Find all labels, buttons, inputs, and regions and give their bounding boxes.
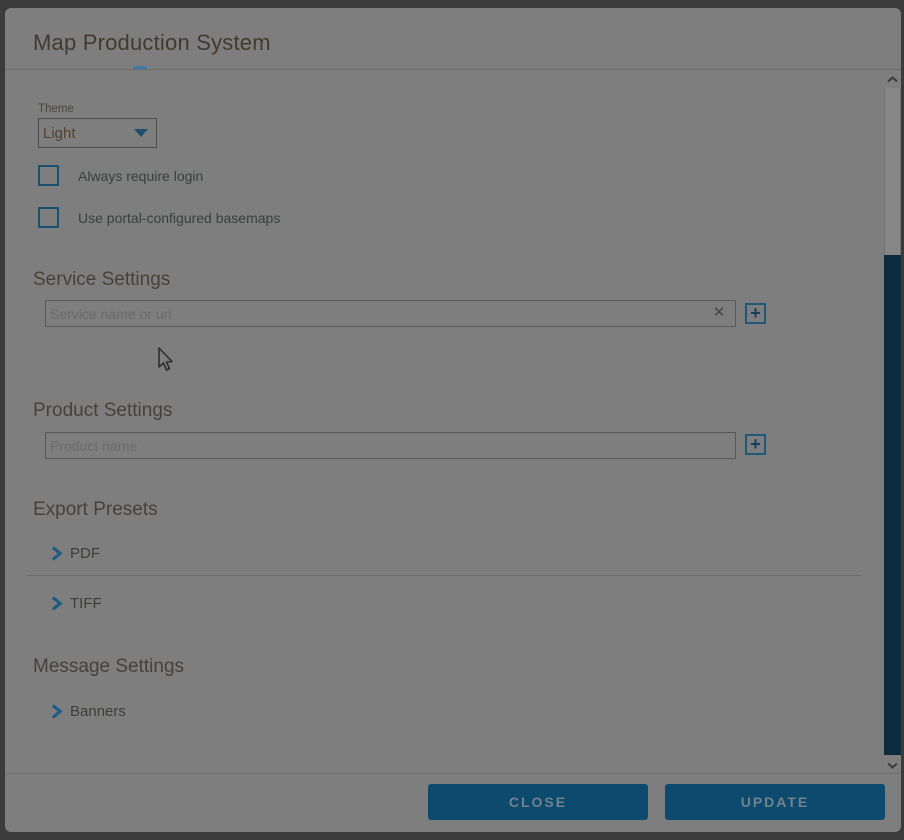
use-portal-basemaps-checkbox-row[interactable]: Use portal-configured basemaps xyxy=(38,207,280,228)
export-preset-label: PDF xyxy=(70,545,100,562)
clipped-scrolled-content xyxy=(133,66,147,69)
dialog-title: Map Production System xyxy=(33,30,271,56)
service-input-wrap: ✕ xyxy=(45,300,736,327)
update-button[interactable]: UPDATE xyxy=(665,784,885,820)
export-preset-tiff-row[interactable]: TIFF xyxy=(51,595,102,612)
banners-label: Banners xyxy=(70,703,126,720)
always-require-login-checkbox-row[interactable]: Always require login xyxy=(38,165,203,186)
add-service-button[interactable]: + xyxy=(745,303,766,324)
theme-selected-value: Light xyxy=(39,125,134,142)
scroll-up-button[interactable] xyxy=(884,70,901,88)
theme-label: Theme xyxy=(38,103,74,115)
chevron-down-icon xyxy=(134,129,148,137)
message-settings-heading: Message Settings xyxy=(33,656,184,678)
chevron-right-icon xyxy=(51,546,63,561)
scrollbar-thumb[interactable] xyxy=(884,88,901,255)
map-production-system-dialog: Map Production System Theme Light Always… xyxy=(5,8,901,832)
service-name-input[interactable] xyxy=(45,300,736,327)
export-preset-pdf-row[interactable]: PDF xyxy=(51,545,100,562)
row-divider xyxy=(26,575,862,576)
product-settings-heading: Product Settings xyxy=(33,400,172,422)
checkbox-unchecked-icon[interactable] xyxy=(38,207,59,228)
mouse-cursor xyxy=(158,347,176,373)
chevron-right-icon xyxy=(51,596,63,611)
scroll-down-button[interactable] xyxy=(884,755,901,775)
product-name-input[interactable] xyxy=(45,432,736,459)
close-button[interactable]: CLOSE xyxy=(428,784,648,820)
banners-row[interactable]: Banners xyxy=(51,703,126,720)
checkbox-label: Use portal-configured basemaps xyxy=(78,210,280,226)
clear-icon[interactable]: ✕ xyxy=(710,304,728,322)
product-input-wrap xyxy=(45,432,736,459)
theme-select[interactable]: Light xyxy=(38,118,157,148)
scrollbar-track[interactable] xyxy=(884,255,901,755)
header-divider xyxy=(5,69,901,70)
export-presets-heading: Export Presets xyxy=(33,499,158,521)
service-settings-heading: Service Settings xyxy=(33,269,170,291)
add-product-button[interactable]: + xyxy=(745,434,766,455)
chevron-right-icon xyxy=(51,704,63,719)
chevron-down-icon xyxy=(887,762,898,769)
checkbox-label: Always require login xyxy=(78,168,203,184)
vertical-scrollbar[interactable] xyxy=(884,70,901,775)
footer-divider xyxy=(5,773,901,774)
export-preset-label: TIFF xyxy=(70,595,102,612)
checkbox-unchecked-icon[interactable] xyxy=(38,165,59,186)
chevron-up-icon xyxy=(887,76,898,83)
